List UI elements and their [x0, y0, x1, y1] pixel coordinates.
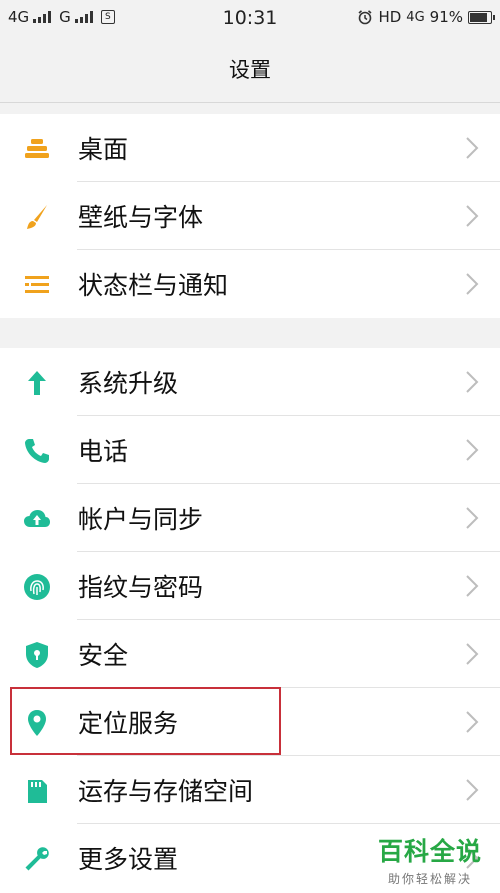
settings-item-fingerprint-password[interactable]: 指纹与密码: [0, 552, 500, 620]
settings-item-phone[interactable]: 电话: [0, 416, 500, 484]
watermark: 百科全说 助你轻松解决: [378, 832, 482, 887]
settings-item-memory-storage[interactable]: 运存与存储空间: [0, 756, 500, 824]
settings-item-account-sync[interactable]: 帐户与同步: [0, 484, 500, 552]
settings-item-label: 指纹与密码: [78, 573, 204, 602]
settings-group-system: 系统升级 电话 帐户与同步 指纹与密码 安全 定位服务 运存与存储空间 更多设置: [0, 348, 500, 893]
brush-icon: [22, 202, 52, 232]
settings-group-display: 桌面 壁纸与字体 状态栏与通知: [0, 114, 500, 318]
chevron-right-icon: [466, 779, 479, 801]
chevron-right-icon: [466, 371, 479, 393]
chevron-right-icon: [466, 507, 479, 529]
settings-item-label: 运存与存储空间: [78, 777, 254, 806]
title-bar: 设置: [0, 36, 500, 103]
settings-item-label: 状态栏与通知: [78, 271, 229, 300]
settings-item-label: 桌面: [78, 135, 129, 164]
chevron-right-icon: [466, 273, 479, 295]
shield-icon: [22, 640, 52, 670]
chevron-right-icon: [466, 643, 479, 665]
chevron-right-icon: [466, 711, 479, 733]
settings-item-system-upgrade[interactable]: 系统升级: [0, 348, 500, 416]
settings-item-desktop[interactable]: 桌面: [0, 114, 500, 182]
notification-bar-icon: [22, 270, 52, 300]
page-title: 设置: [229, 58, 271, 82]
alarm-icon: [358, 10, 372, 25]
chevron-right-icon: [466, 575, 479, 597]
fingerprint-icon: [22, 572, 52, 602]
status-right: HD 4G 91%: [357, 8, 495, 26]
settings-item-label: 电话: [78, 437, 129, 466]
settings-item-security[interactable]: 安全: [0, 620, 500, 688]
desktop-icon: [22, 134, 52, 164]
battery-icon: [468, 10, 495, 24]
settings-item-statusbar-notification[interactable]: 状态栏与通知: [0, 250, 500, 318]
hd-label: HD: [378, 8, 402, 26]
settings-item-wallpaper-font[interactable]: 壁纸与字体: [0, 182, 500, 250]
battery-fill: [470, 12, 487, 22]
settings-item-label: 安全: [78, 641, 129, 670]
wrench-icon: [22, 844, 52, 874]
cloud-sync-icon: [22, 504, 52, 534]
settings-item-label: 帐户与同步: [78, 505, 204, 534]
chevron-right-icon: [466, 137, 479, 159]
battery-percent: 91%: [429, 8, 463, 26]
settings-item-label: 壁纸与字体: [78, 203, 204, 232]
watermark-subtitle: 助你轻松解决: [387, 872, 472, 886]
chevron-right-icon: [466, 205, 479, 227]
settings-item-label: 系统升级: [78, 369, 179, 398]
chevron-right-icon: [466, 439, 479, 461]
watermark-title: 百科全说: [377, 837, 482, 866]
phone-icon: [22, 436, 52, 466]
highlight-box: [10, 687, 281, 755]
settings-item-label: 更多设置: [78, 845, 179, 874]
sd-card-icon: [22, 776, 52, 806]
status-bar: 4G G S 10:31 HD 4G 91%: [0, 0, 500, 36]
upgrade-arrow-icon: [22, 368, 52, 398]
network-type-3: 4G: [406, 9, 425, 25]
